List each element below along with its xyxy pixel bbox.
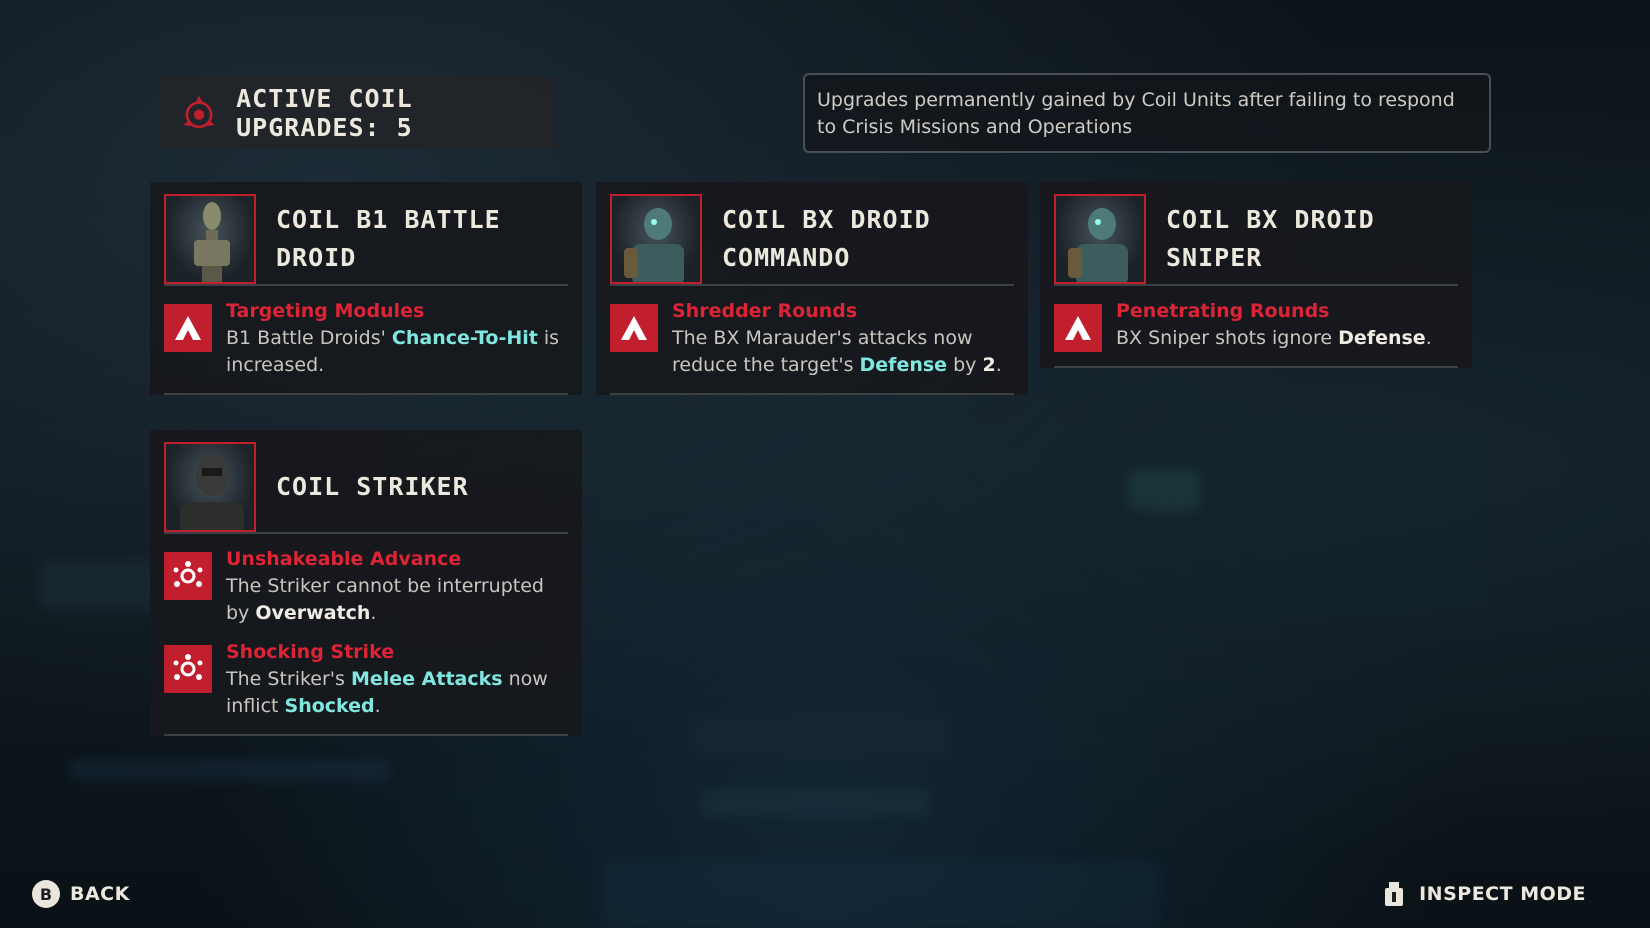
keyword-highlight: Melee Attacks bbox=[350, 668, 503, 690]
upgrade-name: Shredder Rounds bbox=[672, 300, 858, 322]
keyword-highlight: Defense bbox=[1338, 327, 1426, 349]
rank-chevron-icon bbox=[164, 304, 212, 352]
upgrade-item[interactable]: Shocking Strike The Striker's Melee Atta… bbox=[164, 639, 568, 720]
upgrade-name: Penetrating Rounds bbox=[1116, 300, 1330, 322]
unit-card-striker[interactable]: COIL STRIKER Unshakeable Advance The Str… bbox=[150, 430, 582, 736]
upgrade-text: Targeting Modules B1 Battle Droids' Chan… bbox=[226, 298, 568, 379]
shock-node-icon bbox=[164, 645, 212, 693]
upgrade-desc: The Striker's bbox=[226, 668, 351, 690]
rank-chevron-icon bbox=[610, 304, 658, 352]
upgrade-item[interactable]: Penetrating Rounds BX Sniper shots ignor… bbox=[1054, 298, 1458, 352]
inspect-mode-button[interactable]: INSPECT MODE bbox=[1381, 880, 1586, 908]
upgrade-item[interactable]: Targeting Modules B1 Battle Droids' Chan… bbox=[164, 298, 568, 379]
upgrade-name: Shocking Strike bbox=[226, 641, 395, 663]
unit-name: COIL B1 BATTLE DROID bbox=[276, 205, 501, 272]
description-text: Upgrades permanently gained by Coil Unit… bbox=[817, 89, 1455, 138]
unit-portrait bbox=[164, 194, 256, 284]
keyword-highlight: Shocked bbox=[284, 695, 375, 717]
upgrade-item[interactable]: Unshakeable Advance The Striker cannot b… bbox=[164, 546, 568, 627]
keyword-highlight: Defense bbox=[859, 354, 948, 376]
upgrade-text: Penetrating Rounds BX Sniper shots ignor… bbox=[1116, 298, 1432, 352]
card-header: COIL BX DROID COMMANDO bbox=[610, 194, 1014, 286]
unit-card-bx-droid-commando[interactable]: COIL BX DROID COMMANDO Shredder Rounds T… bbox=[596, 182, 1028, 395]
upgrade-desc: by bbox=[947, 354, 983, 376]
upgrade-desc: . bbox=[374, 695, 381, 717]
card-header: COIL BX DROID SNIPER bbox=[1054, 194, 1458, 286]
keyword-highlight: Overwatch bbox=[255, 602, 371, 624]
keyword-highlight: Chance-To-Hit bbox=[391, 327, 538, 349]
rank-chevron-icon bbox=[1054, 304, 1102, 352]
upgrade-name: Targeting Modules bbox=[226, 300, 425, 322]
coil-emblem-icon bbox=[183, 95, 215, 129]
upgrade-desc: B1 Battle Droids' bbox=[226, 327, 392, 349]
upgrade-desc: . bbox=[995, 354, 1002, 376]
unit-name: COIL STRIKER bbox=[276, 472, 469, 501]
upgrade-desc: . bbox=[1425, 327, 1432, 349]
shock-node-icon bbox=[164, 552, 212, 600]
upgrade-name: Unshakeable Advance bbox=[226, 548, 462, 570]
unit-name: COIL BX DROID COMMANDO bbox=[722, 205, 931, 272]
unit-portrait bbox=[164, 442, 256, 532]
upgrade-desc: BX Sniper shots ignore bbox=[1116, 327, 1339, 349]
upgrade-item[interactable]: Shredder Rounds The BX Marauder's attack… bbox=[610, 298, 1014, 379]
unit-card-b1-battle-droid[interactable]: COIL B1 BATTLE DROID Targeting Modules B… bbox=[150, 182, 582, 395]
unit-portrait bbox=[1054, 194, 1146, 284]
value-highlight: 2 bbox=[982, 354, 996, 376]
back-button[interactable]: B BACK bbox=[32, 880, 130, 908]
inspect-mode-label: INSPECT MODE bbox=[1419, 883, 1586, 905]
unit-name: COIL BX DROID SNIPER bbox=[1166, 205, 1375, 272]
back-label: BACK bbox=[70, 883, 130, 905]
b-button-icon: B bbox=[32, 880, 60, 908]
upgrade-text: Shocking Strike The Striker's Melee Atta… bbox=[226, 639, 568, 720]
unit-portrait bbox=[610, 194, 702, 284]
card-header: COIL STRIKER bbox=[164, 442, 568, 534]
active-upgrades-header: ACTIVE COIL UPGRADES: 5 bbox=[158, 77, 556, 149]
upgrade-text: Shredder Rounds The BX Marauder's attack… bbox=[672, 298, 1014, 379]
description-box: Upgrades permanently gained by Coil Unit… bbox=[803, 73, 1491, 153]
unit-card-bx-droid-sniper[interactable]: COIL BX DROID SNIPER Penetrating Rounds … bbox=[1040, 182, 1472, 368]
upgrade-text: Unshakeable Advance The Striker cannot b… bbox=[226, 546, 568, 627]
inspect-mode-icon bbox=[1385, 882, 1404, 906]
page-title: ACTIVE COIL UPGRADES: 5 bbox=[236, 84, 413, 142]
card-header: COIL B1 BATTLE DROID bbox=[164, 194, 568, 286]
upgrade-desc: . bbox=[370, 602, 377, 624]
